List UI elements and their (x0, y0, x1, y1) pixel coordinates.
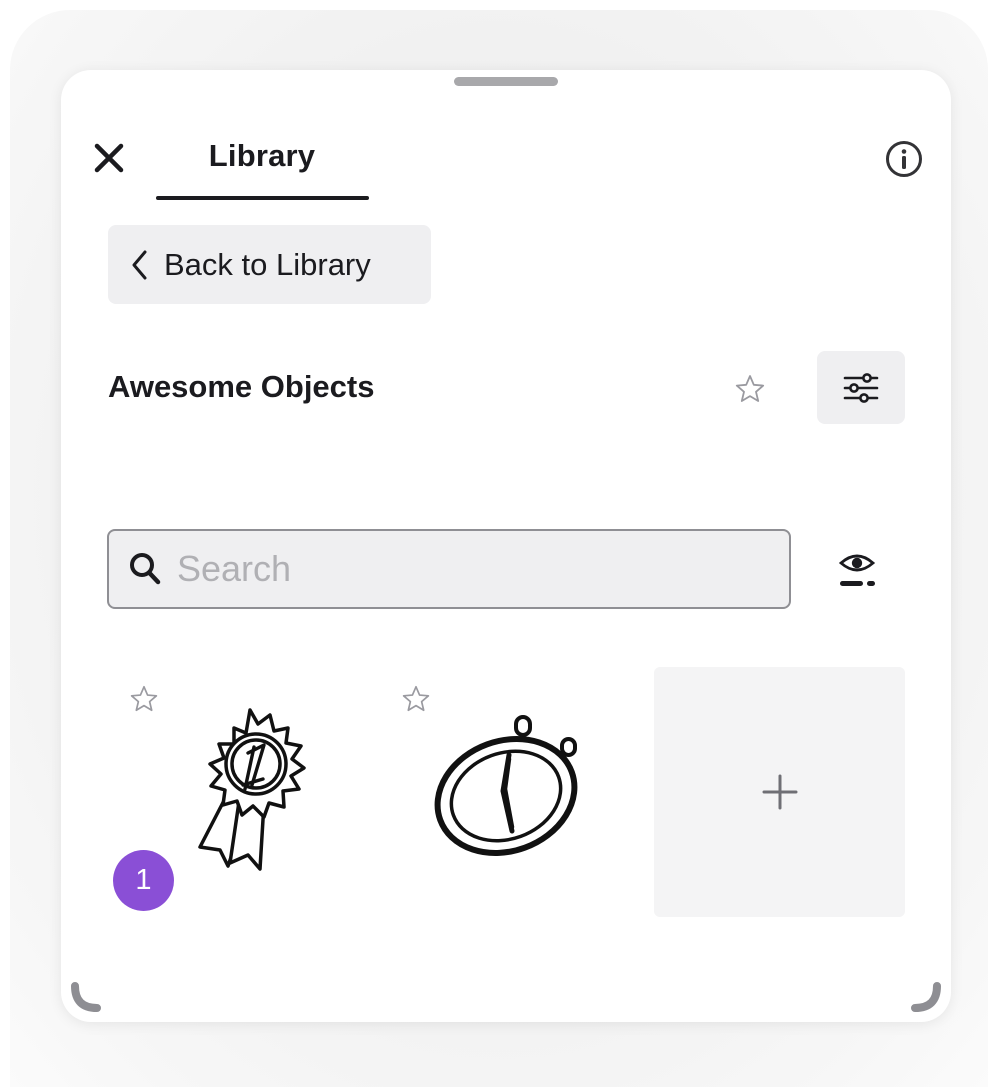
eye-icon (838, 554, 876, 586)
back-to-library-label: Back to Library (164, 246, 371, 282)
close-button[interactable] (89, 138, 129, 178)
library-panel: Library Back to Library Awesome Objects (61, 70, 951, 1022)
sliders-icon (843, 372, 879, 403)
info-icon (886, 141, 922, 177)
resize-corner-right-icon[interactable] (907, 982, 943, 1018)
back-to-library-button[interactable]: Back to Library (108, 225, 431, 304)
library-item-stopwatch[interactable] (394, 667, 646, 917)
close-icon (94, 143, 124, 173)
visibility-toggle-button[interactable] (831, 544, 883, 596)
tab-library-label: Library (208, 138, 316, 173)
first-place-ribbon-icon (198, 708, 306, 871)
search-icon (130, 553, 161, 585)
search-input[interactable] (177, 548, 757, 590)
resize-corner-left-icon[interactable] (69, 982, 105, 1018)
star-outline-icon (130, 685, 158, 712)
tab-library[interactable]: Library (155, 134, 369, 202)
favorite-collection-button[interactable] (731, 370, 769, 408)
favorite-item-button[interactable] (127, 682, 161, 716)
add-item-button[interactable] (654, 667, 905, 917)
selection-count-badge: 1 (113, 850, 174, 911)
drag-handle[interactable] (454, 77, 558, 86)
collection-title: Awesome Objects (108, 369, 375, 404)
star-outline-icon (735, 375, 765, 402)
chevron-left-icon (132, 250, 147, 279)
search-field[interactable] (107, 529, 791, 609)
info-button[interactable] (883, 138, 925, 180)
plus-icon (762, 774, 797, 810)
stopwatch-icon (434, 715, 578, 856)
filter-settings-button[interactable] (817, 351, 905, 424)
tab-active-indicator (156, 196, 369, 200)
